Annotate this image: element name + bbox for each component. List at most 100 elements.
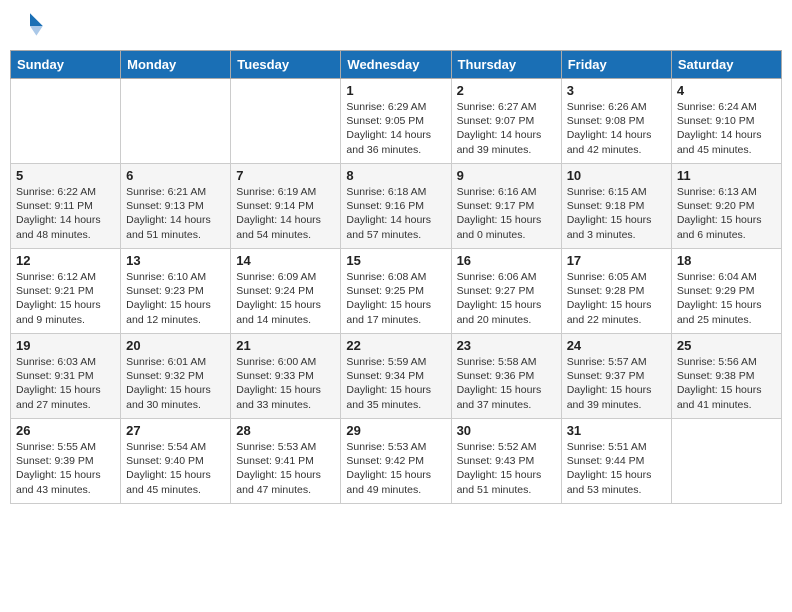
calendar-cell: 12 Sunrise: 6:12 AM Sunset: 9:21 PM Dayli… bbox=[11, 249, 121, 334]
day-info: Sunrise: 5:55 AM Sunset: 9:39 PM Dayligh… bbox=[16, 440, 115, 497]
day-number: 1 bbox=[346, 83, 445, 98]
day-info: Sunrise: 5:58 AM Sunset: 9:36 PM Dayligh… bbox=[457, 355, 556, 412]
day-number: 9 bbox=[457, 168, 556, 183]
day-info: Sunrise: 6:05 AM Sunset: 9:28 PM Dayligh… bbox=[567, 270, 666, 327]
day-number: 5 bbox=[16, 168, 115, 183]
day-info: Sunrise: 6:09 AM Sunset: 9:24 PM Dayligh… bbox=[236, 270, 335, 327]
day-info: Sunrise: 5:53 AM Sunset: 9:42 PM Dayligh… bbox=[346, 440, 445, 497]
day-number: 7 bbox=[236, 168, 335, 183]
calendar-week-row: 26Sunrise: 5:55 AM Sunset: 9:39 PM Dayli… bbox=[11, 419, 782, 504]
calendar-cell: 21Sunrise: 6:00 AM Sunset: 9:33 PM Dayli… bbox=[231, 334, 341, 419]
day-info: Sunrise: 6:15 AM Sunset: 9:18 PM Dayligh… bbox=[567, 185, 666, 242]
day-info: Sunrise: 5:54 AM Sunset: 9:40 PM Dayligh… bbox=[126, 440, 225, 497]
day-info: Sunrise: 5:57 AM Sunset: 9:37 PM Dayligh… bbox=[567, 355, 666, 412]
day-number: 19 bbox=[16, 338, 115, 353]
calendar-cell bbox=[671, 419, 781, 504]
calendar-cell: 9Sunrise: 6:16 AM Sunset: 9:17 PM Daylig… bbox=[451, 164, 561, 249]
calendar-cell: 26Sunrise: 5:55 AM Sunset: 9:39 PM Dayli… bbox=[11, 419, 121, 504]
day-number: 21 bbox=[236, 338, 335, 353]
day-info: Sunrise: 6:24 AM Sunset: 9:10 PM Dayligh… bbox=[677, 100, 776, 157]
day-number: 28 bbox=[236, 423, 335, 438]
calendar-table: SundayMondayTuesdayWednesdayThursdayFrid… bbox=[10, 50, 782, 504]
calendar-cell: 31 Sunrise: 5:51 AM Sunset: 9:44 PM Dayli… bbox=[561, 419, 671, 504]
calendar-cell: 27 Sunrise: 5:54 AM Sunset: 9:40 PM Dayli… bbox=[121, 419, 231, 504]
calendar-cell: 11 Sunrise: 6:13 AM Sunset: 9:20 PM Dayli… bbox=[671, 164, 781, 249]
day-info: Sunrise: 6:12 AM Sunset: 9:21 PM Dayligh… bbox=[16, 270, 115, 327]
calendar-cell: 2 Sunrise: 6:27 AM Sunset: 9:07 PM Daylig… bbox=[451, 79, 561, 164]
day-number: 20 bbox=[126, 338, 225, 353]
calendar-cell: 22 Sunrise: 5:59 AM Sunset: 9:34 PM Dayli… bbox=[341, 334, 451, 419]
day-info: Sunrise: 5:51 AM Sunset: 9:44 PM Dayligh… bbox=[567, 440, 666, 497]
calendar-header-row: SundayMondayTuesdayWednesdayThursdayFrid… bbox=[11, 51, 782, 79]
calendar-week-row: 5 Sunrise: 6:22 AM Sunset: 9:11 PM Daylig… bbox=[11, 164, 782, 249]
day-info: Sunrise: 6:18 AM Sunset: 9:16 PM Dayligh… bbox=[346, 185, 445, 242]
day-number: 25 bbox=[677, 338, 776, 353]
day-number: 23 bbox=[457, 338, 556, 353]
day-info: Sunrise: 6:01 AM Sunset: 9:32 PM Dayligh… bbox=[126, 355, 225, 412]
day-info: Sunrise: 5:56 AM Sunset: 9:38 PM Dayligh… bbox=[677, 355, 776, 412]
day-number: 6 bbox=[126, 168, 225, 183]
calendar-cell: 25 Sunrise: 5:56 AM Sunset: 9:38 PM Dayli… bbox=[671, 334, 781, 419]
day-number: 10 bbox=[567, 168, 666, 183]
page-header bbox=[10, 10, 782, 42]
day-number: 11 bbox=[677, 168, 776, 183]
calendar-cell: 3Sunrise: 6:26 AM Sunset: 9:08 PM Daylig… bbox=[561, 79, 671, 164]
day-info: Sunrise: 6:22 AM Sunset: 9:11 PM Dayligh… bbox=[16, 185, 115, 242]
calendar-cell: 18 Sunrise: 6:04 AM Sunset: 9:29 PM Dayli… bbox=[671, 249, 781, 334]
calendar-cell: 6 Sunrise: 6:21 AM Sunset: 9:13 PM Daylig… bbox=[121, 164, 231, 249]
calendar-cell: 1 Sunrise: 6:29 AM Sunset: 9:05 PM Daylig… bbox=[341, 79, 451, 164]
day-number: 13 bbox=[126, 253, 225, 268]
calendar-week-row: 12 Sunrise: 6:12 AM Sunset: 9:21 PM Dayli… bbox=[11, 249, 782, 334]
day-number: 15 bbox=[346, 253, 445, 268]
logo-icon bbox=[14, 10, 46, 42]
day-of-week-header: Monday bbox=[121, 51, 231, 79]
day-number: 27 bbox=[126, 423, 225, 438]
calendar-cell: 20 Sunrise: 6:01 AM Sunset: 9:32 PM Dayli… bbox=[121, 334, 231, 419]
calendar-cell bbox=[121, 79, 231, 164]
calendar-cell: 13 Sunrise: 6:10 AM Sunset: 9:23 PM Dayli… bbox=[121, 249, 231, 334]
day-number: 2 bbox=[457, 83, 556, 98]
calendar-cell: 14Sunrise: 6:09 AM Sunset: 9:24 PM Dayli… bbox=[231, 249, 341, 334]
day-info: Sunrise: 6:29 AM Sunset: 9:05 PM Dayligh… bbox=[346, 100, 445, 157]
calendar-cell: 15Sunrise: 6:08 AM Sunset: 9:25 PM Dayli… bbox=[341, 249, 451, 334]
calendar-cell bbox=[11, 79, 121, 164]
day-of-week-header: Tuesday bbox=[231, 51, 341, 79]
day-number: 4 bbox=[677, 83, 776, 98]
day-info: Sunrise: 6:13 AM Sunset: 9:20 PM Dayligh… bbox=[677, 185, 776, 242]
day-info: Sunrise: 5:52 AM Sunset: 9:43 PM Dayligh… bbox=[457, 440, 556, 497]
calendar-cell: 17 Sunrise: 6:05 AM Sunset: 9:28 PM Dayli… bbox=[561, 249, 671, 334]
day-info: Sunrise: 5:53 AM Sunset: 9:41 PM Dayligh… bbox=[236, 440, 335, 497]
calendar-week-row: 19Sunrise: 6:03 AM Sunset: 9:31 PM Dayli… bbox=[11, 334, 782, 419]
day-number: 18 bbox=[677, 253, 776, 268]
calendar-cell: 5 Sunrise: 6:22 AM Sunset: 9:11 PM Daylig… bbox=[11, 164, 121, 249]
calendar-cell: 16Sunrise: 6:06 AM Sunset: 9:27 PM Dayli… bbox=[451, 249, 561, 334]
day-number: 24 bbox=[567, 338, 666, 353]
day-number: 17 bbox=[567, 253, 666, 268]
day-number: 30 bbox=[457, 423, 556, 438]
calendar-cell: 7 Sunrise: 6:19 AM Sunset: 9:14 PM Daylig… bbox=[231, 164, 341, 249]
day-of-week-header: Friday bbox=[561, 51, 671, 79]
day-of-week-header: Saturday bbox=[671, 51, 781, 79]
day-of-week-header: Sunday bbox=[11, 51, 121, 79]
calendar-cell: 24 Sunrise: 5:57 AM Sunset: 9:37 PM Dayli… bbox=[561, 334, 671, 419]
day-number: 31 bbox=[567, 423, 666, 438]
day-info: Sunrise: 6:10 AM Sunset: 9:23 PM Dayligh… bbox=[126, 270, 225, 327]
day-info: Sunrise: 6:19 AM Sunset: 9:14 PM Dayligh… bbox=[236, 185, 335, 242]
day-info: Sunrise: 6:26 AM Sunset: 9:08 PM Dayligh… bbox=[567, 100, 666, 157]
day-info: Sunrise: 5:59 AM Sunset: 9:34 PM Dayligh… bbox=[346, 355, 445, 412]
day-number: 16 bbox=[457, 253, 556, 268]
calendar-cell: 19Sunrise: 6:03 AM Sunset: 9:31 PM Dayli… bbox=[11, 334, 121, 419]
calendar-cell: 23 Sunrise: 5:58 AM Sunset: 9:36 PM Dayli… bbox=[451, 334, 561, 419]
day-number: 12 bbox=[16, 253, 115, 268]
day-info: Sunrise: 6:21 AM Sunset: 9:13 PM Dayligh… bbox=[126, 185, 225, 242]
calendar-cell: 8 Sunrise: 6:18 AM Sunset: 9:16 PM Daylig… bbox=[341, 164, 451, 249]
day-of-week-header: Wednesday bbox=[341, 51, 451, 79]
calendar-cell: 29 Sunrise: 5:53 AM Sunset: 9:42 PM Dayli… bbox=[341, 419, 451, 504]
day-number: 29 bbox=[346, 423, 445, 438]
day-info: Sunrise: 6:04 AM Sunset: 9:29 PM Dayligh… bbox=[677, 270, 776, 327]
day-number: 22 bbox=[346, 338, 445, 353]
day-number: 8 bbox=[346, 168, 445, 183]
day-info: Sunrise: 6:27 AM Sunset: 9:07 PM Dayligh… bbox=[457, 100, 556, 157]
calendar-cell: 4 Sunrise: 6:24 AM Sunset: 9:10 PM Daylig… bbox=[671, 79, 781, 164]
calendar-week-row: 1 Sunrise: 6:29 AM Sunset: 9:05 PM Daylig… bbox=[11, 79, 782, 164]
